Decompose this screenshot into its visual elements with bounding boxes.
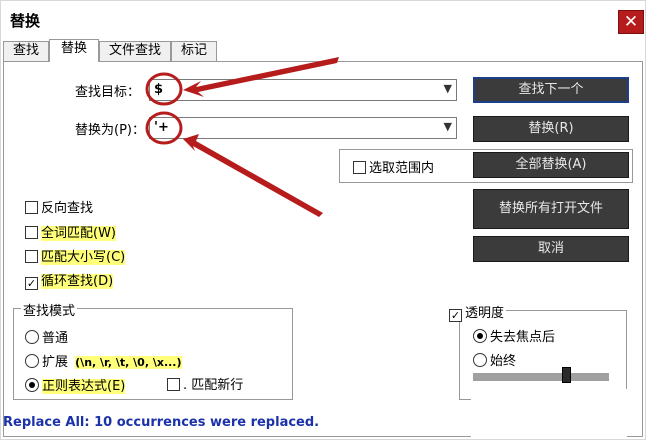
checkbox-box (167, 378, 180, 391)
tab-find[interactable]: 查找 (3, 41, 49, 61)
blank-area (471, 389, 627, 437)
chevron-down-icon[interactable]: ▼ (444, 120, 452, 133)
in-selection-checkbox[interactable]: 选取范围内 (353, 157, 434, 176)
transparency-slider-track[interactable] (473, 373, 609, 381)
search-mode-title: 查找模式 (21, 300, 78, 319)
whole-word-checkbox[interactable]: 全词匹配(W) (25, 222, 116, 241)
radio-icon (25, 330, 39, 344)
mode-normal-radio[interactable]: 普通 (25, 327, 68, 346)
checkbox-box (25, 226, 38, 239)
find-label: 查找目标： (75, 85, 141, 100)
dialog-title: 替换 (10, 12, 41, 30)
match-case-checkbox[interactable]: 匹配大小写(C) (25, 246, 126, 265)
chevron-down-icon[interactable]: ▼ (444, 82, 452, 95)
checkbox-box (353, 161, 366, 174)
transparency-slider-thumb[interactable] (562, 367, 571, 383)
radio-icon (25, 354, 39, 368)
transparency-checkbox[interactable]: ✓ 透明度 (449, 302, 507, 322)
replace-all-open-files-button[interactable]: 替换所有打开文件 (473, 189, 629, 229)
close-button[interactable]: ✕ (618, 10, 644, 34)
find-input[interactable]: $ ▼ (149, 79, 457, 101)
tab-find-in-files[interactable]: 文件查找 (99, 41, 171, 61)
transparency-always-radio[interactable]: 始终 (473, 350, 516, 369)
tab-replace[interactable]: 替换 (49, 39, 99, 62)
close-icon: ✕ (623, 12, 639, 32)
find-next-button[interactable]: 查找下一个 (473, 77, 629, 103)
transparency-lose-focus-radio[interactable]: 失去焦点后 (473, 326, 555, 345)
backward-checkbox[interactable]: 反向查找 (25, 197, 93, 216)
replace-button[interactable]: 替换(R) (473, 116, 629, 142)
tab-mark[interactable]: 标记 (171, 41, 217, 61)
replace-input[interactable]: '+ ▼ (149, 117, 457, 139)
radio-selected-icon (25, 378, 39, 392)
checkbox-box (25, 250, 38, 263)
mode-extended-radio[interactable]: 扩展 (\n, \r, \t, \0, \x...) (25, 351, 182, 370)
replace-label: 替换为(P)： (75, 123, 145, 138)
replace-all-button[interactable]: 全部替换(A) (473, 152, 629, 178)
replace-dialog: 替换 ✕ 查找 替换 文件查找 标记 查找目标： $ ▼ 替换为(P)： '+ … (0, 0, 646, 440)
check-icon: ✓ (25, 277, 38, 290)
radio-icon (473, 353, 487, 367)
checkbox-box (25, 201, 38, 214)
extended-hint: (\n, \r, \t, \0, \x...) (75, 356, 182, 369)
wrap-around-checkbox[interactable]: ✓ 循环查找(D) (25, 270, 114, 290)
mode-regex-radio[interactable]: 正则表达式(E) (25, 375, 126, 394)
status-message: Replace All: 10 occurrences were replace… (3, 415, 320, 430)
radio-selected-icon (473, 329, 487, 343)
replace-value: '+ (154, 120, 169, 135)
cancel-button[interactable]: 取消 (473, 236, 629, 262)
check-icon: ✓ (449, 309, 462, 322)
match-newline-checkbox[interactable]: . 匹配新行 (167, 374, 243, 393)
find-value: $ (154, 82, 164, 97)
title-bar: 替换 ✕ (1, 1, 646, 39)
